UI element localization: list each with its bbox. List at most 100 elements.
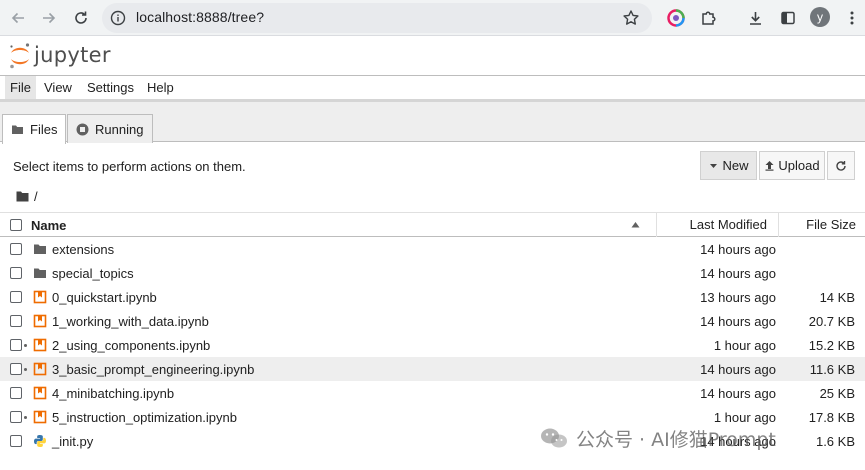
- file-modified: 14 hours ago: [700, 386, 776, 401]
- upload-button[interactable]: Upload: [759, 151, 825, 180]
- back-button[interactable]: [7, 7, 29, 29]
- file-size: 17.8 KB: [808, 410, 855, 425]
- folder-icon: [34, 244, 46, 254]
- upload-icon: [765, 161, 774, 171]
- file-size: 15.2 KB: [808, 338, 855, 353]
- file-row[interactable]: 4_minibatching.ipynb 14 hours ago 25 KB: [0, 381, 865, 405]
- forward-button[interactable]: [38, 7, 60, 29]
- folder-icon: [12, 125, 23, 134]
- file-listing: extensions 14 hours ago special_topics 1…: [0, 237, 865, 453]
- file-row[interactable]: 2_using_components.ipynb 1 hour ago 15.2…: [0, 333, 865, 357]
- side-panel-icon: [781, 11, 795, 25]
- download-icon: [749, 11, 761, 25]
- extension-color-button[interactable]: [666, 8, 686, 28]
- row-checkbox[interactable]: [10, 315, 22, 327]
- menu-settings[interactable]: Settings: [82, 76, 139, 100]
- running-indicator: [24, 416, 27, 419]
- file-name[interactable]: 3_basic_prompt_engineering.ipynb: [52, 362, 254, 377]
- running-stop-icon: [76, 123, 89, 135]
- file-row[interactable]: 1_working_with_data.ipynb 14 hours ago 2…: [0, 309, 865, 333]
- file-modified: 13 hours ago: [700, 290, 776, 305]
- row-checkbox[interactable]: [10, 339, 22, 351]
- python-icon: [34, 435, 46, 447]
- folder-home-icon[interactable]: [16, 190, 29, 202]
- file-size: 20.7 KB: [808, 314, 855, 329]
- bookmark-star-icon[interactable]: [622, 9, 640, 27]
- jupyter-header: jupyter: [0, 36, 865, 76]
- notebook-icon: [33, 290, 47, 304]
- tab-files-label: Files: [30, 122, 58, 137]
- file-name[interactable]: extensions: [52, 242, 114, 257]
- file-name[interactable]: 4_minibatching.ipynb: [52, 386, 174, 401]
- file-row[interactable]: extensions 14 hours ago: [0, 237, 865, 261]
- menu-help[interactable]: Help: [142, 76, 179, 100]
- jupyter-logo-icon[interactable]: [8, 42, 32, 70]
- select-all-checkbox[interactable]: [10, 219, 22, 231]
- refresh-button[interactable]: [827, 151, 855, 180]
- file-modified: 1 hour ago: [713, 338, 776, 353]
- url-text[interactable]: localhost:8888/tree?: [136, 9, 264, 25]
- reload-button[interactable]: [70, 7, 92, 29]
- row-checkbox[interactable]: [10, 435, 22, 447]
- watermark: 公众号 · AI修猫Prompt: [540, 422, 776, 454]
- profile-avatar[interactable]: y: [810, 7, 830, 27]
- file-name[interactable]: 5_instruction_optimization.ipynb: [52, 410, 237, 425]
- notebook-icon: [33, 362, 47, 376]
- sort-ascending-icon[interactable]: [631, 221, 640, 228]
- browser-menu-button[interactable]: [842, 8, 862, 28]
- file-modified: 14 hours ago: [700, 362, 776, 377]
- tab-files[interactable]: Files: [2, 114, 66, 144]
- notebook-icon: [33, 314, 47, 328]
- caret-down-icon: [710, 164, 718, 168]
- row-checkbox[interactable]: [10, 291, 22, 303]
- side-panel-button[interactable]: [778, 8, 798, 28]
- upload-button-label: Upload: [778, 158, 820, 173]
- file-modified: 14 hours ago: [700, 266, 776, 281]
- file-size: 25 KB: [819, 386, 855, 401]
- downloads-button[interactable]: [745, 8, 765, 28]
- row-checkbox[interactable]: [10, 363, 22, 375]
- file-row[interactable]: special_topics 14 hours ago: [0, 261, 865, 285]
- column-last-modified[interactable]: Last Modified: [656, 213, 778, 237]
- puzzle-icon: [701, 10, 716, 25]
- notebook-icon: [33, 386, 47, 400]
- new-button-label: New: [722, 158, 749, 173]
- notebook-icon: [33, 338, 47, 352]
- row-checkbox[interactable]: [10, 411, 22, 423]
- running-indicator: [24, 344, 27, 347]
- file-name[interactable]: 1_working_with_data.ipynb: [52, 314, 209, 329]
- row-checkbox[interactable]: [10, 387, 22, 399]
- file-row[interactable]: 0_quickstart.ipynb 13 hours ago 14 KB: [0, 285, 865, 309]
- column-name[interactable]: Name: [31, 218, 66, 233]
- file-name[interactable]: 0_quickstart.ipynb: [52, 290, 157, 305]
- arrow-left-icon: [11, 12, 24, 24]
- listing-header: Name Last Modified File Size: [0, 212, 865, 237]
- breadcrumb: /: [16, 188, 38, 204]
- file-size: 11.6 KB: [809, 362, 855, 377]
- menu-view[interactable]: View: [39, 76, 77, 100]
- address-bar[interactable]: localhost:8888/tree?: [102, 3, 652, 33]
- menu-file[interactable]: File: [5, 76, 36, 100]
- site-info-icon[interactable]: [110, 10, 126, 26]
- column-file-size[interactable]: File Size: [778, 213, 865, 237]
- watermark-text: 公众号 · AI修猫Prompt: [576, 428, 776, 451]
- tab-running[interactable]: Running: [67, 114, 153, 143]
- new-button[interactable]: New: [700, 151, 757, 180]
- file-name[interactable]: _init.py: [52, 434, 93, 449]
- jupyter-wordmark: jupyter: [34, 43, 111, 67]
- breadcrumb-path[interactable]: /: [34, 189, 38, 204]
- row-checkbox[interactable]: [10, 267, 22, 279]
- file-row[interactable]: 3_basic_prompt_engineering.ipynb 14 hour…: [0, 357, 865, 381]
- folder-icon: [34, 268, 46, 278]
- row-checkbox[interactable]: [10, 243, 22, 255]
- file-size: 14 KB: [819, 290, 855, 305]
- file-name[interactable]: 2_using_components.ipynb: [52, 338, 210, 353]
- refresh-icon: [836, 160, 846, 171]
- file-modified: 14 hours ago: [700, 242, 776, 257]
- reload-icon: [75, 11, 87, 24]
- browser-toolbar: localhost:8888/tree? y: [0, 0, 865, 36]
- file-name[interactable]: special_topics: [52, 266, 134, 281]
- extensions-button[interactable]: [698, 8, 718, 28]
- arrow-right-icon: [43, 12, 56, 24]
- color-picker-icon: [667, 9, 685, 27]
